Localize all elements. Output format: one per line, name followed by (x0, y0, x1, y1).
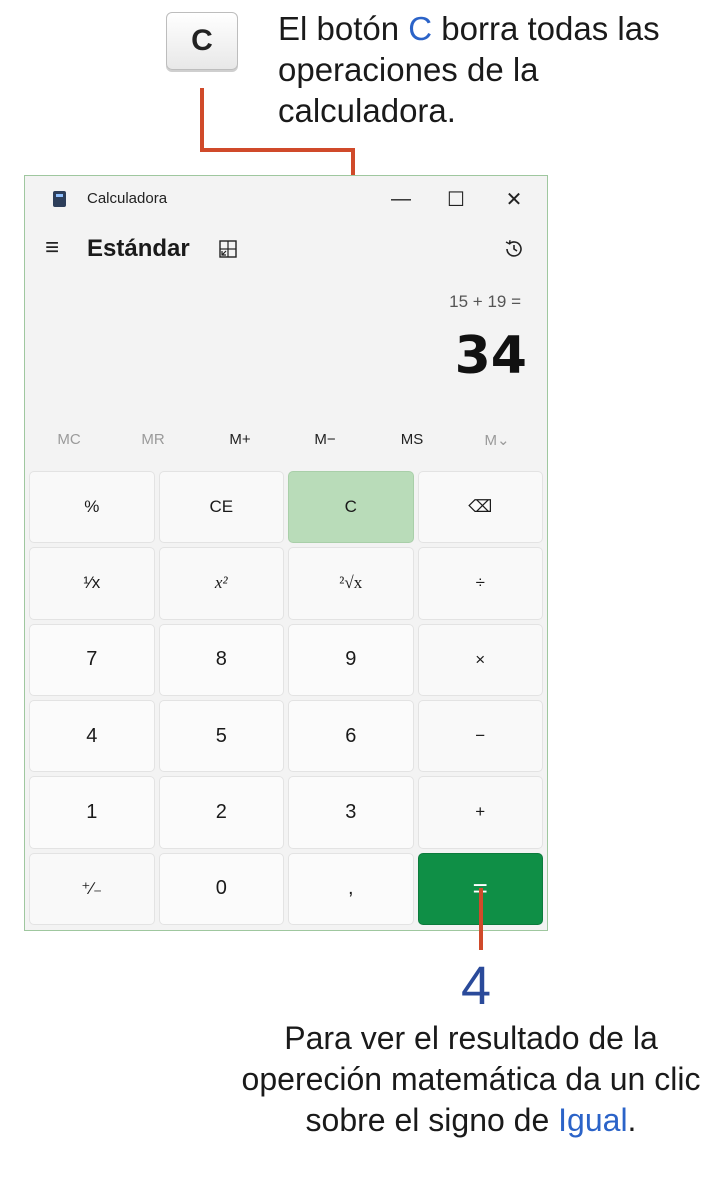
callout-bottom-highlight: Igual (558, 1102, 628, 1138)
digit-0-button[interactable]: 0 (158, 852, 284, 925)
digit-6-button[interactable]: 6 (288, 700, 414, 773)
history-icon[interactable] (503, 238, 525, 260)
callout-top-text: El botón C borra todas las operaciones d… (278, 10, 660, 129)
digit-4-button[interactable]: 4 (29, 700, 155, 773)
mode-title: Estándar (87, 235, 190, 262)
close-button[interactable]: ✕ (491, 182, 537, 216)
title-bar: Calculadora — ☐ ✕ (25, 176, 547, 222)
digit-5-button[interactable]: 5 (158, 700, 284, 773)
clear-button[interactable]: C (288, 471, 414, 544)
callout-line-down-top (200, 88, 204, 152)
clear-entry-button[interactable]: CE (158, 471, 284, 544)
digit-7-button[interactable]: 7 (29, 623, 155, 696)
plus-button[interactable]: + (417, 776, 543, 849)
keep-on-top-icon[interactable] (219, 240, 237, 258)
menu-icon[interactable]: ≡ (45, 234, 59, 262)
callout-top-highlight: C (408, 10, 433, 47)
memory-subtract-button[interactable]: M− (293, 431, 357, 448)
memory-store-button[interactable]: MS (380, 431, 444, 448)
calculator-header: ≡ Estándar (25, 232, 547, 272)
square-root-button[interactable]: ²√x (288, 547, 414, 620)
callout-line-horizontal (200, 148, 355, 152)
calculator-window: Calculadora — ☐ ✕ ≡ Estándar 15 + 19 = 3… (24, 175, 548, 931)
decimal-button[interactable]: , (288, 852, 414, 925)
result-display: 34 (454, 326, 527, 386)
percent-button[interactable]: % (29, 471, 155, 544)
step-number: 4 (461, 956, 492, 1016)
callout-bottom-text: Para ver el resultado de la opereción ma… (241, 1020, 701, 1138)
callout-line-equals (479, 888, 483, 950)
minimize-button[interactable]: — (378, 182, 424, 216)
calculator-app-icon (53, 191, 66, 207)
memory-clear-button[interactable]: MC (37, 431, 101, 448)
multiply-button[interactable]: × (417, 623, 543, 696)
window-title: Calculadora (87, 190, 168, 207)
digit-3-button[interactable]: 3 (288, 776, 414, 849)
backspace-button[interactable]: ⌫ (417, 471, 543, 544)
callout-c-button: C (166, 12, 238, 70)
negate-button[interactable]: ⁺∕₋ (29, 852, 155, 925)
memory-add-button[interactable]: M+ (208, 431, 272, 448)
divide-button[interactable]: ÷ (417, 547, 543, 620)
memory-list-button[interactable]: M⌄ (465, 431, 529, 449)
memory-row: MC MR M+ M− MS M⌄ (25, 431, 547, 461)
memory-recall-button[interactable]: MR (121, 431, 185, 448)
maximize-button[interactable]: ☐ (433, 182, 479, 216)
reciprocal-button[interactable]: ¹⁄x (29, 547, 155, 620)
keypad: % CE C ⌫ ¹⁄x x² ²√x ÷ 7 8 9 × 4 5 6 − 1 … (29, 471, 543, 925)
digit-2-button[interactable]: 2 (158, 776, 284, 849)
digit-8-button[interactable]: 8 (158, 623, 284, 696)
expression-display: 15 + 19 = (449, 292, 521, 311)
digit-1-button[interactable]: 1 (29, 776, 155, 849)
minus-button[interactable]: − (417, 700, 543, 773)
digit-9-button[interactable]: 9 (288, 623, 414, 696)
square-button[interactable]: x² (158, 547, 284, 620)
